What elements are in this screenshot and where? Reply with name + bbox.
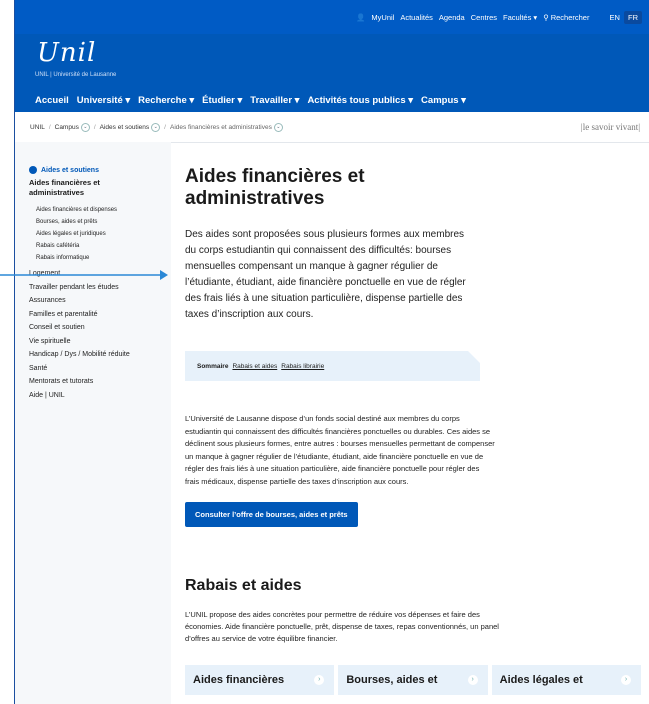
main-nav: Accueil Université ▾ Recherche ▾ Étudier… bbox=[15, 88, 649, 112]
back-icon bbox=[29, 166, 37, 174]
chevron-right-icon: › bbox=[314, 675, 325, 685]
top-link-myunil[interactable]: MyUnil bbox=[371, 13, 394, 22]
sidebar-current[interactable]: Aides financières et administratives bbox=[29, 178, 139, 198]
sidebar-parent[interactable]: Aides et soutiens bbox=[29, 166, 171, 174]
crumb-aides[interactable]: Aides et soutiens bbox=[100, 124, 150, 131]
sidebar-item[interactable]: Mentorats et tutorats bbox=[29, 375, 171, 389]
top-link-facultes[interactable]: Facultés ▾ bbox=[503, 13, 537, 22]
sidebar-item[interactable]: Assurances bbox=[29, 294, 171, 308]
nav-accueil[interactable]: Accueil bbox=[35, 95, 69, 106]
card[interactable]: Aides légales et › bbox=[491, 665, 641, 695]
lead-paragraph: Des aides sont proposées sous plusieurs … bbox=[185, 229, 466, 320]
card-title: Aides légales et bbox=[499, 674, 583, 686]
unil-logo[interactable]: Unil bbox=[37, 38, 96, 68]
bourses-button[interactable]: Consulter l’offre de bourses, aides et p… bbox=[185, 502, 358, 527]
lang-switch: EN FR bbox=[603, 10, 642, 24]
chevron-right-icon: › bbox=[467, 675, 478, 685]
card-row: Aides financières › Bourses, aides et › Ai… bbox=[185, 665, 645, 695]
chevron-down-icon[interactable]: ⌄ bbox=[151, 122, 161, 132]
nav-travailler[interactable]: Travailler ▾ bbox=[250, 95, 299, 106]
logo-subtitle: UNIL | Université de Lausanne bbox=[35, 72, 117, 78]
page-frame: 👤 MyUnil Actualités Agenda Centres Facul… bbox=[14, 0, 649, 704]
top-link-centres[interactable]: Centres bbox=[471, 13, 497, 22]
sidebar-item[interactable]: Vie spirituelle bbox=[29, 335, 171, 349]
pointer-arrow-icon bbox=[0, 270, 168, 280]
crumb-campus[interactable]: Campus bbox=[55, 124, 79, 131]
chevron-down-icon[interactable]: ⌄ bbox=[80, 122, 90, 132]
search-icon[interactable]: ⚲ bbox=[543, 13, 549, 22]
folded-corner bbox=[468, 351, 480, 363]
sidebar-subitem[interactable]: Rabais informatique bbox=[29, 252, 171, 264]
top-link-rechercher[interactable]: Rechercher bbox=[551, 13, 590, 22]
lang-fr[interactable]: FR bbox=[624, 10, 642, 24]
sidebar-item[interactable]: Santé bbox=[29, 362, 171, 376]
sidebar: Aides et soutiens Aides financières et a… bbox=[15, 142, 171, 704]
sidebar-item[interactable]: Travailler pendant les études bbox=[29, 281, 171, 295]
card-title: Aides financières bbox=[193, 674, 285, 686]
nav-activites[interactable]: Activités tous publics ▾ bbox=[307, 95, 413, 106]
crumb-unil[interactable]: UNIL bbox=[30, 124, 45, 131]
breadcrumb: UNIL / Campus ⌄ / Aides et soutiens ⌄ / … bbox=[15, 112, 649, 143]
sidebar-item[interactable]: Handicap / Dys / Mobilité réduite bbox=[29, 348, 171, 362]
sidebar-item[interactable]: Aide | UNIL bbox=[29, 389, 171, 403]
summary-box: Sommaire Rabais et aides Rabais librairi… bbox=[185, 351, 480, 381]
chevron-right-icon: › bbox=[620, 675, 631, 685]
main-content: Aides financières et administratives Des… bbox=[185, 142, 645, 695]
card-title: Bourses, aides et bbox=[346, 674, 438, 686]
summary-link[interactable]: Rabais librairie bbox=[281, 363, 324, 370]
top-link-agenda[interactable]: Agenda bbox=[439, 13, 465, 22]
nav-universite[interactable]: Université ▾ bbox=[77, 95, 130, 106]
section-title: Rabais et aides bbox=[185, 577, 302, 594]
sidebar-parent-label: Aides et soutiens bbox=[41, 166, 99, 174]
body-paragraph: L’Université de Lausanne dispose d’un fo… bbox=[185, 414, 495, 486]
sidebar-item[interactable]: Familles et parentalité bbox=[29, 308, 171, 322]
top-link-actualites[interactable]: Actualités bbox=[400, 13, 433, 22]
summary-label: Sommaire bbox=[197, 362, 229, 370]
section-paragraph: L’UNIL propose des aides concrètes pour … bbox=[185, 610, 499, 643]
motto: |le savoir vivant| bbox=[580, 122, 640, 132]
sidebar-subitem[interactable]: Aides légales et juridiques bbox=[29, 228, 171, 240]
sidebar-item[interactable]: Conseil et soutien bbox=[29, 321, 171, 335]
summary-link[interactable]: Rabais et aides bbox=[232, 363, 277, 370]
card[interactable]: Aides financières › bbox=[185, 665, 335, 695]
lang-en[interactable]: EN bbox=[609, 13, 619, 22]
nav-recherche[interactable]: Recherche ▾ bbox=[138, 95, 194, 106]
brand-header: Unil UNIL | Université de Lausanne bbox=[15, 34, 649, 88]
nav-etudier[interactable]: Étudier ▾ bbox=[202, 95, 242, 106]
user-icon: 👤 bbox=[356, 12, 366, 22]
sidebar-subitem[interactable]: Rabais cafétéria bbox=[29, 240, 171, 252]
crumb-current: Aides financières et administratives bbox=[169, 123, 272, 131]
card[interactable]: Bourses, aides et › bbox=[338, 665, 488, 695]
top-bar: 👤 MyUnil Actualités Agenda Centres Facul… bbox=[15, 0, 649, 34]
nav-campus[interactable]: Campus ▾ bbox=[421, 95, 466, 106]
page-title: Aides financières et administratives bbox=[185, 166, 365, 209]
sidebar-subitem[interactable]: Bourses, aides et prêts bbox=[29, 216, 171, 228]
sidebar-subitem[interactable]: Aides financières et dispenses bbox=[29, 204, 171, 216]
chevron-down-icon[interactable]: ⌄ bbox=[273, 122, 283, 132]
